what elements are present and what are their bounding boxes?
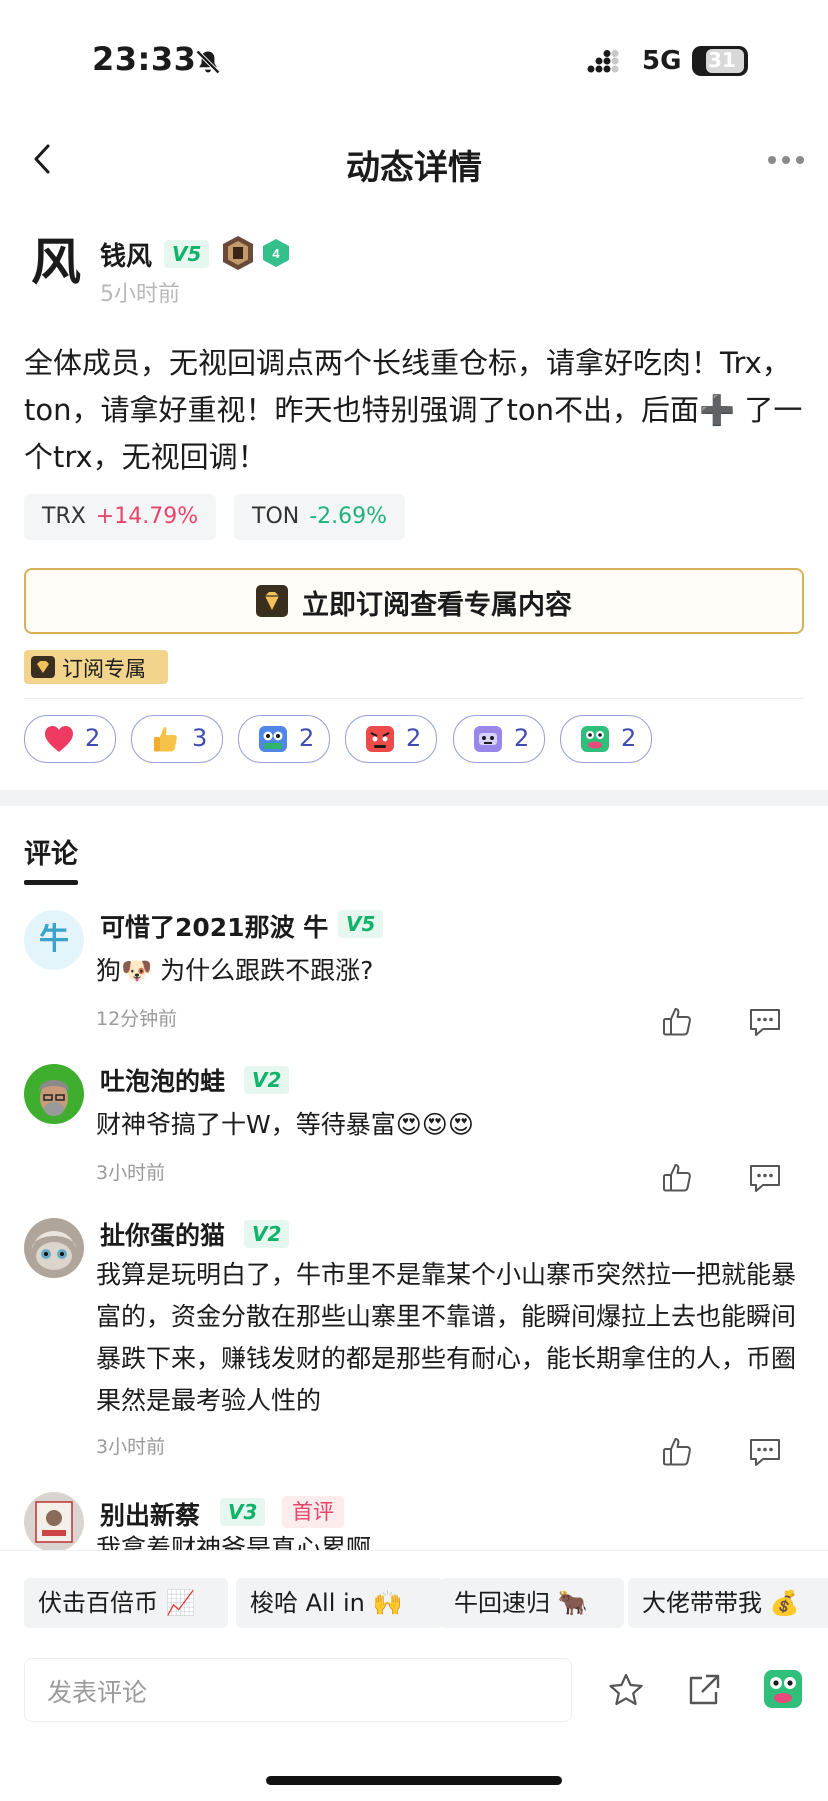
bell-muted-icon [196,50,220,74]
comment-author-name[interactable]: 别出新蔡 [100,1496,200,1532]
comment-text: 我拿着财神爷是真心累啊 [96,1534,372,1550]
reaction-purple-robot[interactable]: 2 [453,715,545,763]
coin-tag-ton[interactable]: TON -2.69% [234,494,406,540]
hexagon-badge-icon: 4 [263,239,289,267]
exclusive-tag: 订阅专属 [24,650,168,684]
coin-tag-trx[interactable]: TRX +14.79% [24,494,217,540]
coin-symbol: TON [252,504,300,529]
like-icon[interactable] [660,1006,694,1038]
reply-icon[interactable] [748,1006,782,1038]
reaction-heart[interactable]: 2 [24,715,116,763]
reply-icon[interactable] [748,1162,782,1194]
home-indicator [266,1776,562,1785]
comment-avatar[interactable]: 牛 [24,910,84,970]
battery-icon: 31 [692,46,748,76]
section-separator [0,790,828,806]
reaction-green-mascot[interactable]: 2 [560,715,652,763]
like-icon[interactable] [660,1162,694,1194]
coin-change: -2.69% [309,504,388,529]
reaction-count: 2 [406,724,422,752]
comment-time: 3小时前 [96,1436,166,1458]
star-icon[interactable] [608,1672,644,1708]
first-comment-tag: 首评 [282,1496,344,1528]
comment-time: 12分钟前 [96,1008,178,1030]
quick-reply-chip[interactable]: 伏击百倍币 📈 [24,1578,228,1628]
coin-change: +14.79% [95,504,199,529]
coin-symbol: TRX [42,504,86,529]
hodl-robot-icon [259,726,287,752]
diamond-icon [31,656,55,678]
comment-text: 财神爷搞了十W，等待暴富😍😍😍 [96,1110,474,1139]
comment-avatar[interactable] [24,1218,84,1278]
svg-text:4: 4 [272,246,280,261]
subscribe-button-label: 立即订阅查看专属内容 [302,590,572,621]
reaction-thumbs-up[interactable]: 3 [131,715,223,763]
comment-avatar[interactable] [24,1492,84,1552]
purple-robot-icon [474,726,502,752]
comment-avatar[interactable] [24,1064,84,1124]
comment-input[interactable]: 发表评论 [24,1658,572,1722]
more-options-icon[interactable] [766,154,806,166]
comments-tab[interactable]: 评论 [24,832,78,871]
status-time: 23:33 [92,40,197,78]
reaction-count: 2 [621,724,637,752]
reaction-count: 3 [192,724,208,752]
quick-reply-chip[interactable]: 牛回速归 🐂 [440,1578,624,1628]
reaction-hodl[interactable]: 2 [238,715,330,763]
share-icon[interactable] [686,1672,722,1708]
green-mascot-icon [581,726,609,752]
battery-percent: 31 [708,48,736,72]
like-icon[interactable] [660,1436,694,1468]
green-mascot-icon[interactable] [762,1668,804,1710]
reaction-angry[interactable]: 2 [345,715,437,763]
comment-author-name[interactable]: 扯你蛋的猫 [100,1216,225,1252]
post-time: 5小时前 [100,282,180,307]
quick-reply-chip[interactable]: 大佬带带我 💰 [628,1578,828,1628]
comment-author-name[interactable]: 吐泡泡的蛙 [100,1062,225,1098]
post-content: 全体成员，无视回调点两个长线重仓标，请拿好吃肉！Trx，ton，请拿好重视！昨天… [24,346,803,474]
diamond-icon [256,585,288,617]
medal-badge-icon [223,236,253,270]
comment-level-badge: V2 [244,1220,290,1248]
reaction-count: 2 [299,724,315,752]
active-tab-indicator [24,880,78,885]
author-avatar[interactable]: 风 [24,230,88,294]
comment-level-badge: V2 [244,1066,290,1094]
angry-face-icon [366,726,394,752]
reaction-count: 2 [514,724,530,752]
comment-level-badge: V3 [220,1498,266,1526]
comment-text: 狗🐶 为什么跟跌不跟涨? [96,956,374,985]
author-level-badge: V5 [164,240,210,268]
author-name[interactable]: 钱风 [100,236,152,273]
reaction-count: 2 [85,724,101,752]
comment-input-placeholder: 发表评论 [47,1678,148,1707]
divider [24,698,804,699]
comment-level-badge: V5 [338,910,384,938]
comment-time: 3小时前 [96,1162,166,1184]
reply-icon[interactable] [748,1436,782,1468]
comment-author-name[interactable]: 可惜了2021那波 牛 [100,908,328,944]
heart-icon [45,726,73,752]
quick-reply-chip[interactable]: 梭哈 All in 🙌 [236,1578,444,1628]
subscribe-button[interactable]: 立即订阅查看专属内容 [24,568,804,634]
signal-icon [587,50,619,73]
thumbs-up-emoji-icon [154,727,177,752]
comment-text: 我算是玩明白了，牛市里不是靠某个小山寨币突然拉一把就能暴富的，资金分散在那些山寨… [96,1260,797,1415]
exclusive-tag-label: 订阅专属 [62,657,146,681]
network-type: 5G [642,46,682,76]
page-title: 动态详情 [346,148,482,188]
